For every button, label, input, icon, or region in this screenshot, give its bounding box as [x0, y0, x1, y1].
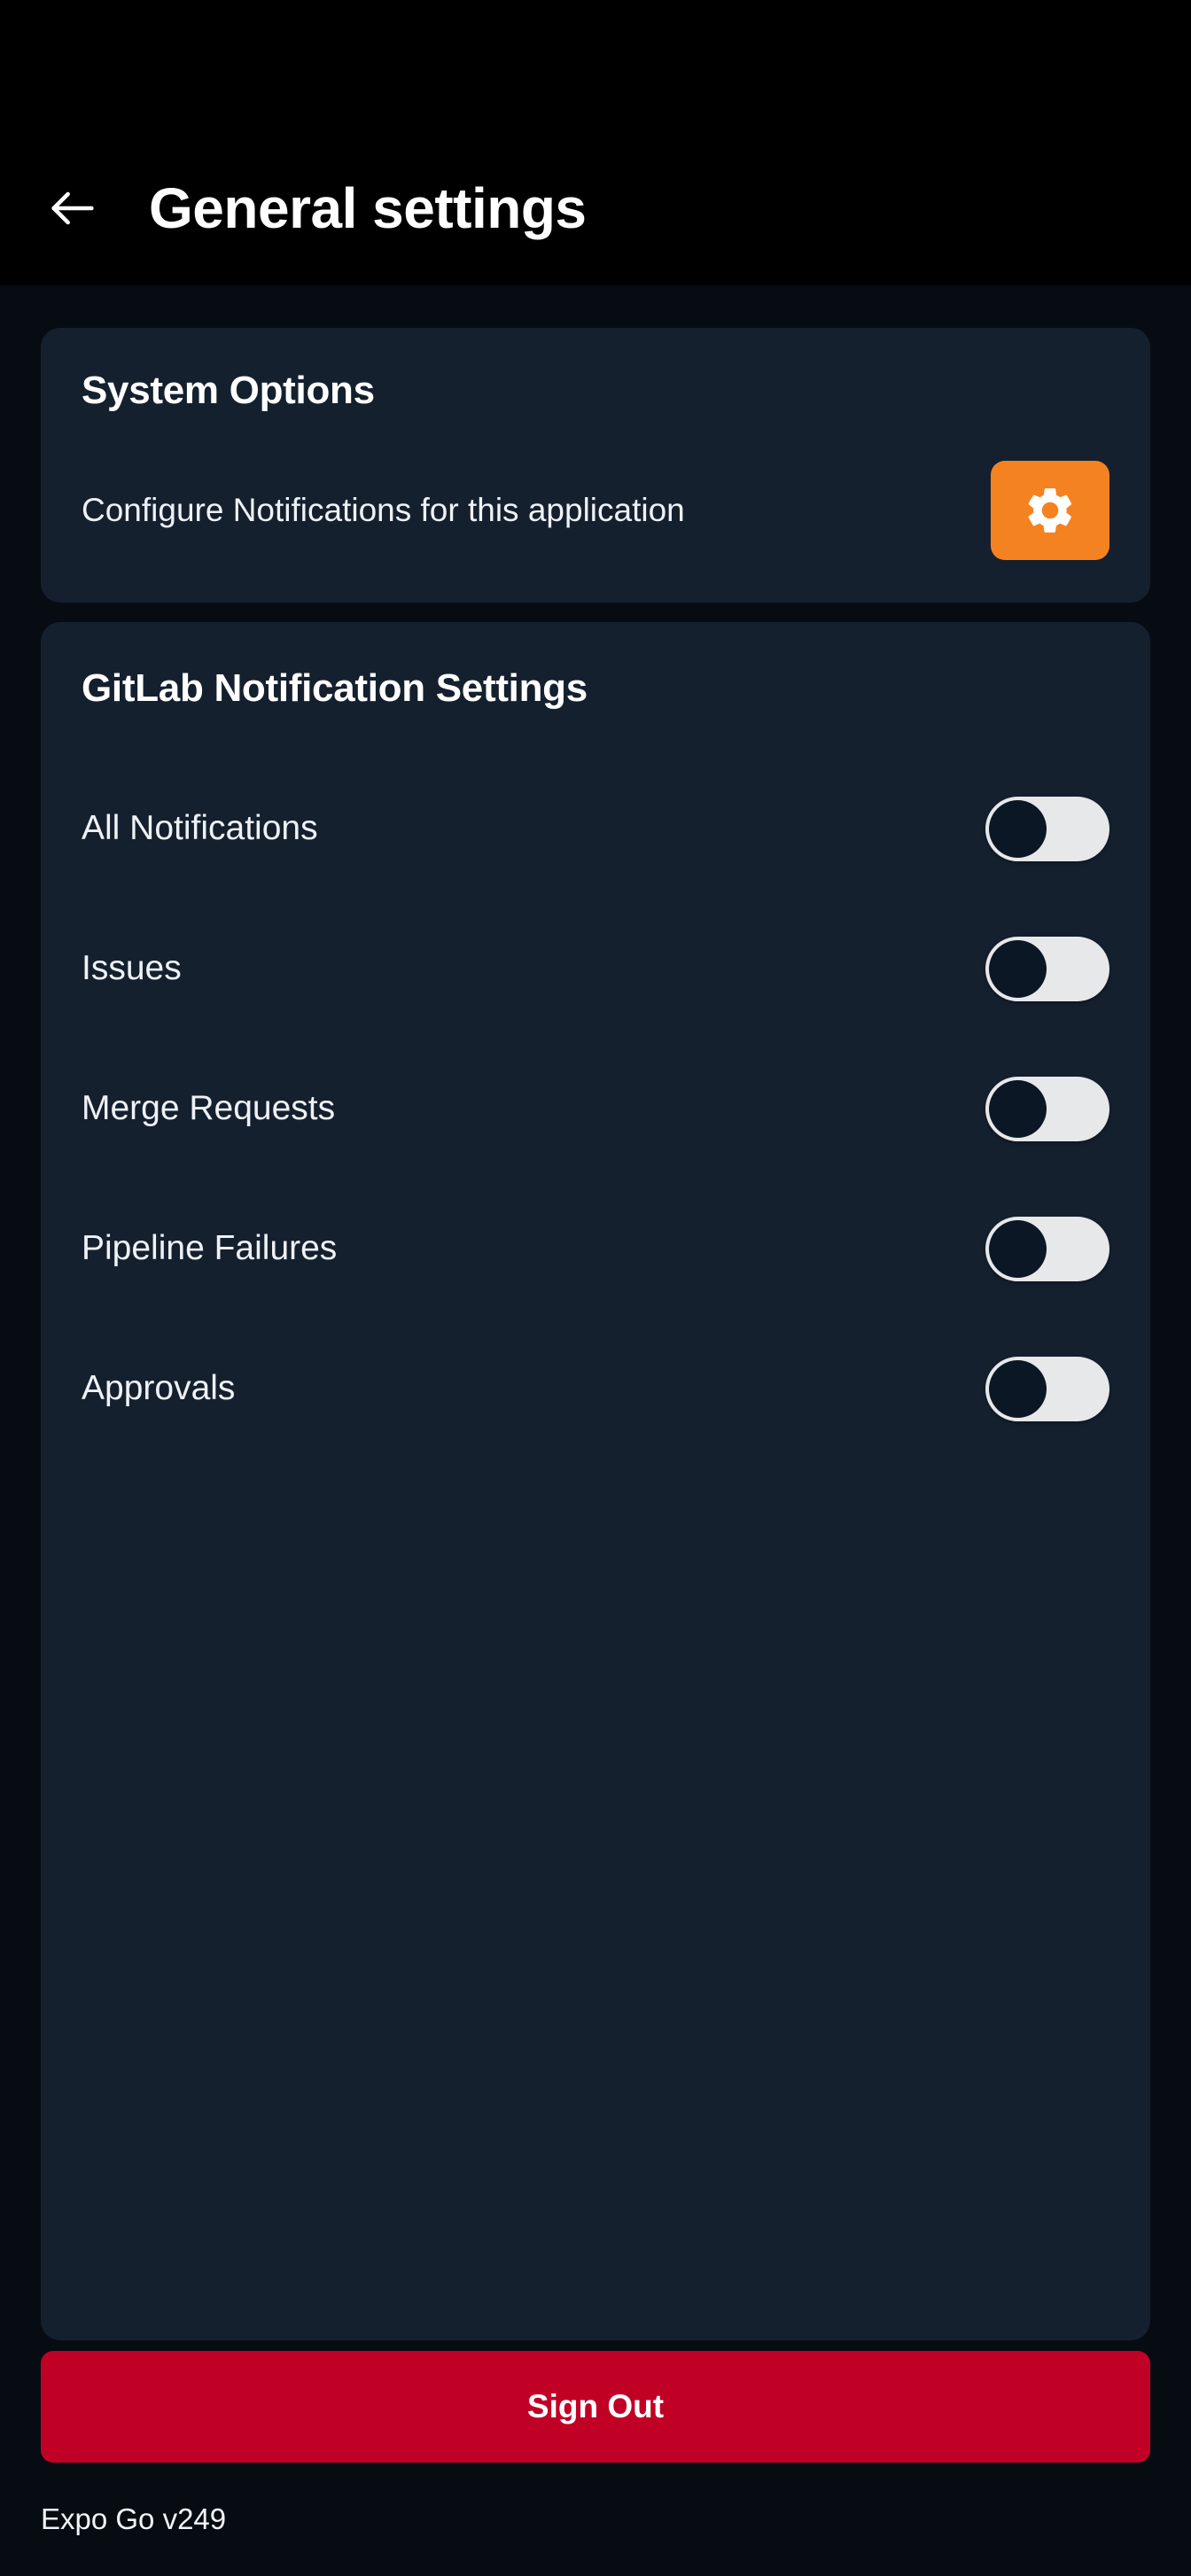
sign-out-button[interactable]: Sign Out	[41, 2351, 1150, 2463]
configure-notifications-button[interactable]	[991, 461, 1109, 560]
page-title: General settings	[149, 176, 587, 240]
notification-label: Approvals	[82, 1369, 236, 1407]
toggle-knob	[989, 1359, 1047, 1418]
notification-row-merge-requests: Merge Requests	[82, 1039, 1109, 1179]
notification-row-all-notifications: All Notifications	[82, 759, 1109, 899]
toggle-knob	[989, 1219, 1047, 1278]
system-options-title: System Options	[82, 369, 375, 412]
app-footer: Expo Go v249	[0, 2463, 1191, 2576]
notification-label: Merge Requests	[82, 1089, 336, 1127]
app-version-label: Expo Go v249	[41, 2502, 227, 2535]
toggle-issues[interactable]	[985, 936, 1109, 1001]
notification-row-approvals: Approvals	[82, 1319, 1109, 1459]
configure-notifications-label: Configure Notifications for this applica…	[82, 492, 685, 528]
notification-label: All Notifications	[82, 809, 318, 847]
app-screen: General settings System Options Configur…	[0, 0, 1191, 2576]
gitlab-notification-settings-title: GitLab Notification Settings	[82, 666, 588, 710]
toggle-pipeline-failures[interactable]	[985, 1216, 1109, 1281]
gear-icon	[1023, 483, 1078, 538]
system-options-card: System Options Configure Notifications f…	[41, 328, 1150, 603]
notification-label: Issues	[82, 949, 182, 987]
toggle-knob	[989, 799, 1047, 858]
configure-notifications-row: Configure Notifications for this applica…	[82, 461, 1109, 560]
card-filler	[82, 1459, 1109, 2340]
settings-scroll-area: System Options Configure Notifications f…	[0, 285, 1191, 2340]
back-button[interactable]	[39, 175, 106, 242]
notification-toggle-list: All Notifications Issues Merge Requests	[82, 759, 1109, 1459]
notification-row-issues: Issues	[82, 899, 1109, 1039]
gitlab-notification-settings-card: GitLab Notification Settings All Notific…	[41, 622, 1150, 2340]
app-header: General settings	[0, 131, 1191, 285]
arrow-left-icon	[44, 180, 101, 237]
toggle-knob	[989, 1079, 1047, 1138]
toggle-approvals[interactable]	[985, 1356, 1109, 1421]
signout-container: Sign Out	[0, 2351, 1191, 2463]
notification-label: Pipeline Failures	[82, 1229, 338, 1267]
toggle-merge-requests[interactable]	[985, 1076, 1109, 1141]
toggle-all-notifications[interactable]	[985, 796, 1109, 861]
status-bar	[0, 0, 1191, 131]
notification-row-pipeline-failures: Pipeline Failures	[82, 1179, 1109, 1319]
toggle-knob	[989, 939, 1047, 998]
